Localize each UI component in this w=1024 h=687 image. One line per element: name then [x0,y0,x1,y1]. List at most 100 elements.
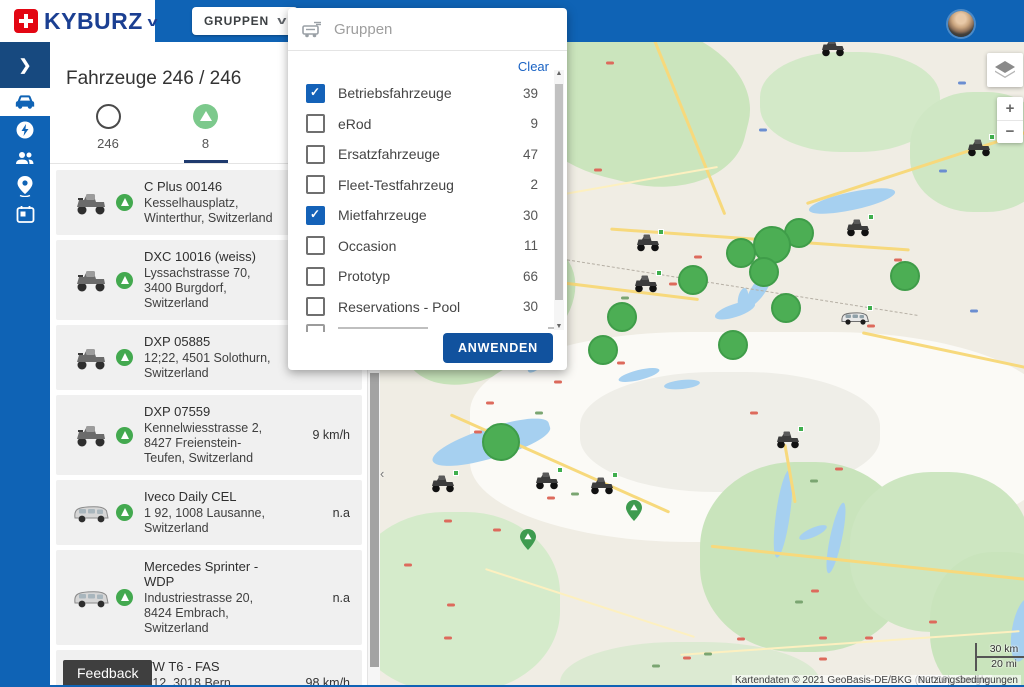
group-search-row [288,8,567,51]
vehicle-address: 1 92, 1008 Lausanne, Switzerland [144,506,296,536]
gruppen-button-label: GRUPPEN [204,14,269,28]
tab-moving-vehicles[interactable]: 8 [176,104,236,163]
group-count: 9 [530,116,544,131]
route-badge [547,497,555,500]
vehicle-name: DXC 10016 (weiss) [144,249,296,264]
checkbox[interactable] [306,145,325,164]
cluster-marker[interactable] [771,293,801,323]
map-vehicle-icon[interactable] [589,476,615,500]
vehicle-thumbnail [66,190,116,216]
group-filter-row[interactable]: Mietfahrzeuge 30 [288,200,554,231]
group-filter-row[interactable]: Prototyp 66 [288,261,554,292]
vehicle-name: DXP 07559 [144,404,296,419]
vehicle-name: Iveco Daily CEL [144,489,296,504]
vehicle-list-item[interactable]: Mercedes Sprinter - WDP Industriestrasse… [56,550,362,645]
checkbox[interactable] [306,175,325,194]
zoom-in-button[interactable]: + [997,97,1023,121]
zoom-out-button[interactable]: − [997,121,1023,144]
group-count: 47 [523,147,544,162]
vehicle-list-item[interactable]: DXP 07559 Kennelwiesstrasse 2, 8427 Frei… [56,395,362,475]
cluster-marker[interactable] [718,330,748,360]
scrollbar-thumb[interactable] [370,373,379,667]
vehicle-address: Industriestrasse 20, 8424 Embrach, Switz… [144,591,296,636]
checkbox[interactable] [306,84,325,103]
group-search-input[interactable] [332,20,536,39]
moving-status-icon [116,504,133,521]
group-filter-row[interactable]: Occasion 11 [288,231,554,262]
cluster-marker[interactable] [482,423,520,461]
checkbox[interactable] [306,297,325,316]
gruppen-dropdown-button[interactable]: GRUPPEN v [192,7,298,35]
cluster-marker[interactable] [678,265,708,295]
sidebar-item-calendar[interactable] [0,200,50,228]
chevron-down-icon: v [147,14,157,29]
moving-status-icon [116,272,133,289]
brand-logo[interactable]: KYBURZ v [0,0,155,42]
route-badge [958,82,966,85]
vehicle-speed: 9 km/h [296,428,354,442]
cluster-marker[interactable] [749,257,779,287]
map-vehicle-icon[interactable] [633,274,659,298]
route-badge [617,362,625,365]
chevron-left-icon[interactable]: ‹ [380,466,384,481]
map-vehicle-icon[interactable] [534,471,560,495]
cluster-marker[interactable] [607,302,637,332]
group-filter-row[interactable]: eRod 9 [288,109,554,140]
apply-button[interactable]: ANWENDEN [443,333,553,363]
group-filter-row[interactable]: Ersatzfahrzeuge 47 [288,139,554,170]
map-vehicle-icon[interactable] [775,430,801,454]
map-vehicle-icon[interactable] [820,42,846,62]
map-layers-button[interactable] [987,53,1023,87]
bolt-icon [15,120,35,140]
scroll-down-icon[interactable]: ▼ [554,323,564,330]
map-vehicle-icon[interactable] [840,309,870,331]
moving-status-icon [116,589,133,606]
vehicle-speed: n.a [296,506,354,520]
sidebar-item-users[interactable] [0,144,50,172]
checkbox[interactable] [306,267,325,286]
map-vehicle-icon[interactable] [430,474,456,498]
route-badge [750,412,758,415]
group-count: 39 [523,86,544,101]
tab-all-vehicles[interactable]: 246 [78,104,138,163]
vehicle-group-icon [300,21,322,38]
checkbox[interactable] [306,206,325,225]
checkbox[interactable] [306,236,325,255]
scroll-up-icon[interactable]: ▲ [554,70,564,77]
route-badge [795,601,803,604]
swiss-cross-icon [14,9,38,33]
map-vehicle-icon[interactable] [845,218,871,242]
group-filter-row[interactable]: Betriebsfahrzeuge 39 [288,78,554,109]
group-count: 2 [530,177,544,192]
user-avatar[interactable] [948,11,974,37]
scrollbar-thumb[interactable] [555,84,563,300]
cluster-marker[interactable] [588,335,618,365]
layers-icon [993,58,1017,82]
feedback-button[interactable]: Feedback [63,660,152,687]
clear-filters-link[interactable]: Clear [518,59,549,74]
dropdown-scrollbar[interactable]: ▲ ▼ [554,70,564,330]
group-label: Prototyp [338,268,523,284]
group-filter-row[interactable]: Reservations - Pool 30 [288,292,554,323]
moving-status-icon [116,349,133,366]
group-label: eRod [338,116,530,132]
sidebar-item-charging[interactable] [0,116,50,144]
app-window: KYBURZ v GRUPPEN v ❯ Fahrzeuge 246 / 246 [0,0,1024,687]
route-badge [819,637,827,640]
vehicle-list-item[interactable]: Iveco Daily CEL 1 92, 1008 Lausanne, Swi… [56,480,362,545]
map-vehicle-icon[interactable] [635,233,661,257]
sidebar-item-vehicles[interactable] [0,88,50,116]
group-filter-row[interactable]: Fleet-Testfahrzeug 2 [288,170,554,201]
cluster-marker[interactable] [890,261,920,291]
checkbox[interactable] [306,114,325,133]
route-badge [759,129,767,132]
sidebar-item-locations[interactable] [0,172,50,200]
vehicle-info: VW T6 - FAS A12, 3018 Bern, Switzerland [144,659,296,687]
route-badge [447,604,455,607]
scale-km: 30 km [975,643,1024,658]
vehicle-status-dot [867,305,873,311]
sidebar-expand-button[interactable]: ❯ [0,42,50,88]
vehicle-name: C Plus 00146 [144,179,296,194]
map-vehicle-icon[interactable] [966,138,992,162]
route-badge [444,637,452,640]
